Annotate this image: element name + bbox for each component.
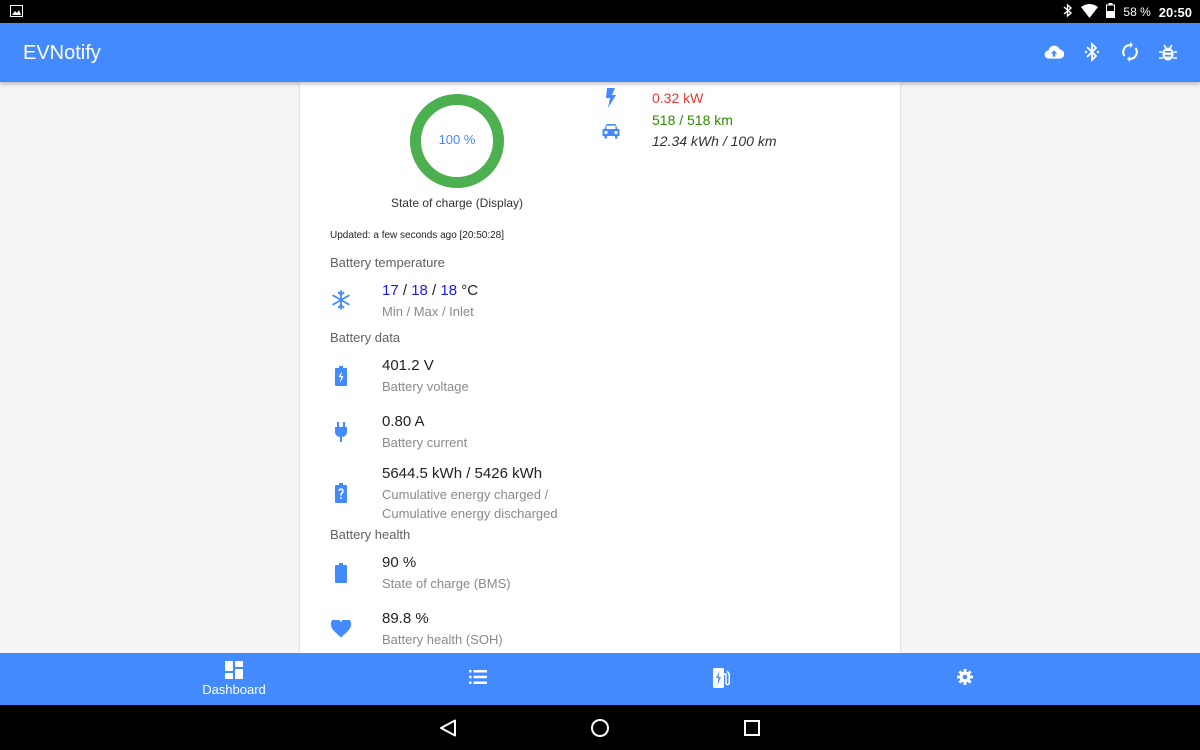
range-value: 518 / 518 km [652, 112, 733, 128]
home-icon[interactable] [589, 717, 611, 739]
wifi-icon [1081, 3, 1099, 21]
bottom-navigation: Dashboard [0, 653, 1200, 705]
app-bar: EVNotify [0, 23, 1200, 82]
cumulative-energy-value: 5644.5 kWh / 5426 kWh [382, 465, 543, 482]
plug-icon [330, 421, 352, 443]
recents-icon[interactable] [741, 717, 763, 739]
bluetooth-icon[interactable] [1082, 41, 1102, 63]
temperature-inlet: 18 [440, 282, 458, 299]
system-status-bar: 58 % 20:50 [0, 0, 1200, 23]
dashboard-card: 100 % State of charge (Display) 0.32 kW … [300, 82, 900, 653]
battery-charging-icon [330, 365, 352, 387]
temperature-max: 18 [411, 282, 428, 299]
soc-gauge-value: 100 % [438, 132, 476, 147]
cumulative-energy-label-discharged: Cumulative energy discharged [382, 506, 558, 521]
image-icon [10, 4, 23, 22]
temperature-label: Min / Max / Inlet [382, 304, 474, 319]
settings-icon [815, 669, 1115, 685]
lightning-icon [600, 87, 622, 109]
back-icon[interactable] [437, 717, 459, 739]
cumulative-energy-label-charged: Cumulative energy charged / [382, 487, 549, 502]
battery-voltage-value: 401.2 V [382, 357, 434, 374]
app-title: EVNotify [23, 42, 101, 64]
cloud-upload-icon[interactable] [1044, 41, 1064, 63]
consumption-value: 12.34 kWh / 100 km [652, 133, 777, 149]
tab-settings[interactable] [815, 653, 1115, 705]
battery-voltage-label: Battery voltage [382, 379, 469, 394]
section-battery-data: Battery data [330, 330, 401, 345]
battery-current-label: Battery current [382, 435, 468, 450]
power-value: 0.32 kW [652, 90, 704, 106]
battery-unknown-icon [330, 482, 352, 504]
soh-label: Battery health (SOH) [382, 632, 503, 647]
sync-icon[interactable] [1120, 41, 1140, 63]
battery-icon [1106, 3, 1116, 21]
bluetooth-icon [1063, 3, 1073, 21]
battery-current-value: 0.80 A [382, 413, 425, 430]
soc-gauge-caption: State of charge (Display) [390, 196, 524, 210]
soc-bms-label: State of charge (BMS) [382, 576, 511, 591]
snowflake-icon [330, 289, 352, 311]
battery-full-icon [330, 562, 352, 584]
car-icon [600, 120, 622, 142]
battery-percent: 58 % [1123, 5, 1151, 19]
temperature-values: 17 / 18 / 18 °C [382, 282, 479, 299]
soh-value: 89.8 % [382, 610, 429, 627]
heart-icon [330, 618, 352, 640]
temperature-unit: °C [457, 282, 479, 299]
updated-timestamp: Updated: a few seconds ago [20:50:28] [330, 230, 505, 241]
system-navigation-bar [0, 705, 1200, 750]
soc-bms-value: 90 % [382, 554, 417, 571]
section-battery-temperature: Battery temperature [330, 255, 445, 270]
section-battery-health: Battery health [330, 527, 411, 542]
temperature-min: 17 [382, 282, 399, 299]
bug-icon[interactable] [1158, 41, 1178, 63]
clock: 20:50 [1158, 4, 1192, 20]
